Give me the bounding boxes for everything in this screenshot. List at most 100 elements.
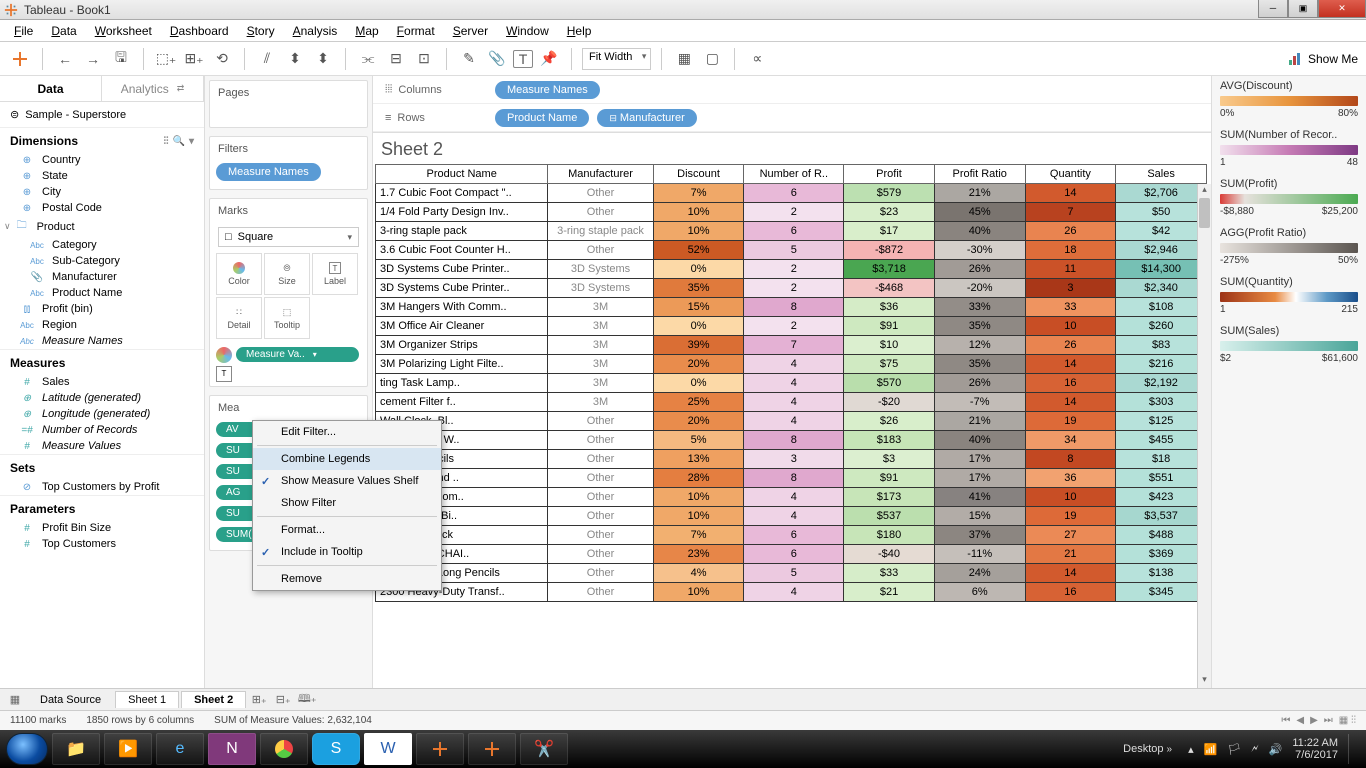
table-cell[interactable]: 3M [548,393,653,412]
table-cell[interactable]: 3M Office Air Cleaner [376,317,548,336]
table-cell[interactable]: 3M Hangers With Comm.. [376,298,548,317]
table-cell[interactable]: 14 [1025,184,1116,203]
dim-city[interactable]: ⊕City [0,184,204,200]
legend[interactable]: SUM(Profit) -$8,880$25,200 [1220,178,1358,217]
menu-icon[interactable]: ▾ [189,136,194,147]
scroll-down-icon[interactable]: ▾ [1198,674,1211,688]
taskbar-chrome-icon[interactable] [260,733,308,765]
sort-desc-icon[interactable]: ⬍ [311,47,335,71]
table-cell[interactable]: $14,300 [1116,260,1207,279]
table-cell[interactable]: 4 [744,507,844,526]
table-cell[interactable]: ting Task Lamp.. [376,374,548,393]
table-cell[interactable]: 35% [934,355,1025,374]
table-cell[interactable]: $21 [844,583,935,602]
table-cell[interactable]: $91 [844,317,935,336]
table-cell[interactable]: $216 [1116,355,1207,374]
table-cell[interactable]: 3M [548,336,653,355]
back-icon[interactable]: ← [53,47,77,71]
table-cell[interactable]: 35% [653,279,744,298]
table-cell[interactable]: 45% [934,203,1025,222]
table-cell[interactable]: Other [548,450,653,469]
dim-profit-bin[interactable]: ⫾⫾Profit (bin) [0,301,204,317]
datasource-tab[interactable]: Data Source [28,692,113,708]
nav-first-icon[interactable]: ⏮ [1281,715,1290,726]
table-cell[interactable]: 2 [744,260,844,279]
menu-window[interactable]: Window [498,22,557,40]
table-cell[interactable]: 6 [744,526,844,545]
rows-pill-product[interactable]: Product Name [495,109,589,127]
show-me-button[interactable]: Show Me [1288,52,1358,66]
table-cell[interactable]: 10 [1025,488,1116,507]
meas-lat[interactable]: ⊕Latitude (generated) [0,390,204,406]
table-cell[interactable]: $369 [1116,545,1207,564]
table-cell[interactable]: -20% [934,279,1025,298]
desktop-toolbar[interactable]: Desktop [1117,743,1178,755]
table-cell[interactable]: 17% [934,469,1025,488]
table-cell[interactable]: 1.7 Cubic Foot Compact ".. [376,184,548,203]
table-cell[interactable]: $33 [844,564,935,583]
table-cell[interactable]: 16 [1025,583,1116,602]
scroll-thumb[interactable] [1199,198,1210,228]
table-cell[interactable]: 3D Systems Cube Printer.. [376,260,548,279]
taskbar-explorer-icon[interactable]: 📁 [52,733,100,765]
aggregate-icon[interactable]: ⊡ [412,47,436,71]
table-cell[interactable]: -7% [934,393,1025,412]
marks-color-button[interactable]: Color [216,253,262,295]
table-cell[interactable]: 7% [653,184,744,203]
table-cell[interactable]: $345 [1116,583,1207,602]
table-cell[interactable]: 21% [934,184,1025,203]
table-cell[interactable]: 0% [653,317,744,336]
legend[interactable]: SUM(Sales) $2$61,600 [1220,325,1358,364]
dim-measure-names[interactable]: AbcMeasure Names [0,333,204,349]
table-cell[interactable]: $26 [844,412,935,431]
column-header[interactable]: Discount [653,165,744,184]
table-cell[interactable]: 23% [653,545,744,564]
table-cell[interactable]: -11% [934,545,1025,564]
table-cell[interactable]: 20% [653,412,744,431]
table-cell[interactable]: 40% [934,431,1025,450]
param-profit-bin[interactable]: #Profit Bin Size [0,520,204,536]
table-cell[interactable]: 26% [934,260,1025,279]
marks-tooltip-button[interactable]: ⬚Tooltip [264,297,310,339]
table-cell[interactable]: Other [548,583,653,602]
table-cell[interactable]: 4 [744,393,844,412]
column-header[interactable]: Manufacturer [548,165,653,184]
table-cell[interactable]: 4 [744,412,844,431]
totals-icon[interactable]: ⊟ [384,47,408,71]
table-cell[interactable]: -$40 [844,545,935,564]
view-toggle-icon[interactable]: ▦ ⫶⫶ [1339,715,1356,726]
table-cell[interactable]: -$20 [844,393,935,412]
table-cell[interactable]: $570 [844,374,935,393]
table-cell[interactable]: 3M Polarizing Light Filte.. [376,355,548,374]
datasource-item[interactable]: ⊜ Sample - Superstore [0,102,204,128]
table-cell[interactable]: $23 [844,203,935,222]
table-cell[interactable]: 35% [934,317,1025,336]
menu-analysis[interactable]: Analysis [285,22,346,40]
scroll-up-icon[interactable]: ▴ [1198,184,1211,198]
measure-values-color-pill[interactable]: Measure Va..▾ [236,347,359,362]
marks-detail-button[interactable]: ∷Detail [216,297,262,339]
legend[interactable]: AVG(Discount) 0%80% [1220,80,1358,119]
table-cell[interactable]: $36 [844,298,935,317]
column-header[interactable]: Profit [844,165,935,184]
mark-type-selector[interactable]: □Square [218,227,359,247]
table-cell[interactable]: 3M [548,374,653,393]
column-header[interactable]: Product Name [376,165,548,184]
table-cell[interactable]: $303 [1116,393,1207,412]
dim-manufacturer[interactable]: 📎Manufacturer [0,269,204,285]
meas-records[interactable]: =#Number of Records [0,422,204,438]
column-header[interactable]: Quantity [1025,165,1116,184]
table-cell[interactable]: 4% [653,564,744,583]
table-cell[interactable]: 4 [744,583,844,602]
new-story-icon[interactable]: 🕮₊ [296,691,318,709]
table-cell[interactable]: $91 [844,469,935,488]
table-cell[interactable]: 10% [653,203,744,222]
table-cell[interactable]: Other [548,526,653,545]
menu-help[interactable]: Help [559,22,600,40]
table-cell[interactable]: 3-ring staple pack [376,222,548,241]
table-cell[interactable]: 6 [744,545,844,564]
table-cell[interactable]: 21 [1025,545,1116,564]
table-cell[interactable]: Other [548,469,653,488]
table-cell[interactable]: 4 [744,488,844,507]
menu-server[interactable]: Server [445,22,496,40]
